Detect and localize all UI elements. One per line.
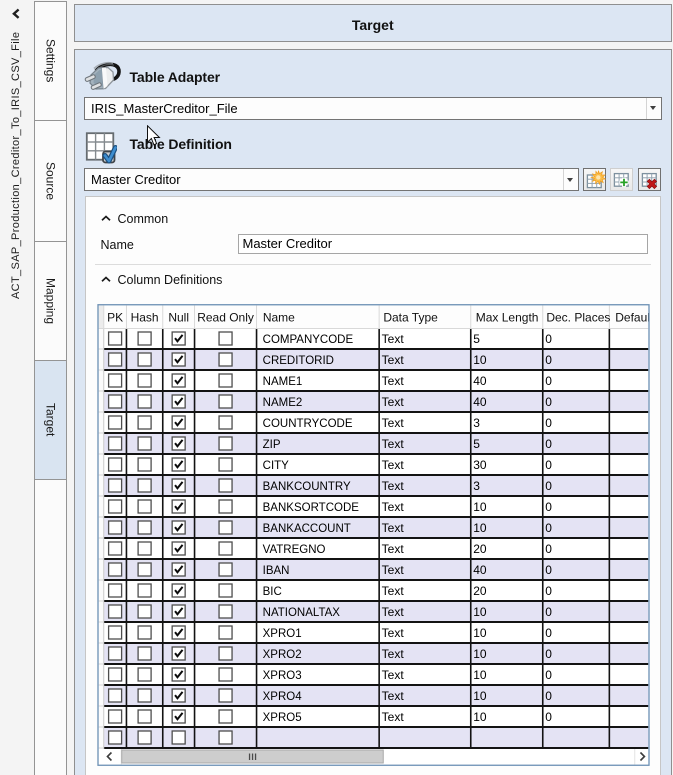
svg-text:0: 0	[545, 415, 552, 429]
svg-text:20: 20	[473, 583, 487, 597]
svg-text:Default: Default	[615, 310, 650, 324]
svg-text:XPRO1: XPRO1	[262, 627, 301, 639]
svg-text:Text: Text	[381, 352, 404, 366]
svg-text:0: 0	[545, 520, 552, 534]
svg-text:XPRO2: XPRO2	[262, 648, 301, 660]
svg-text:40: 40	[473, 373, 487, 387]
svg-text:0: 0	[545, 352, 552, 366]
svg-text:Dec. Places: Dec. Places	[546, 310, 610, 324]
svg-text:Text: Text	[381, 709, 404, 723]
svg-text:XPRO4: XPRO4	[262, 690, 302, 702]
svg-text:10: 10	[473, 352, 487, 366]
svg-text:Text: Text	[381, 562, 404, 576]
svg-text:3: 3	[473, 478, 480, 492]
svg-text:XPRO3: XPRO3	[262, 669, 301, 681]
svg-text:3: 3	[473, 415, 480, 429]
svg-text:0: 0	[545, 457, 552, 471]
svg-text:Hash: Hash	[130, 310, 158, 324]
svg-text:0: 0	[545, 436, 552, 450]
svg-text:BANKACCOUNT: BANKACCOUNT	[262, 522, 350, 534]
svg-text:10: 10	[473, 520, 487, 534]
svg-text:Text: Text	[381, 541, 404, 555]
svg-text:CITY: CITY	[262, 459, 289, 471]
svg-text:Text: Text	[381, 583, 404, 597]
svg-text:40: 40	[473, 394, 487, 408]
svg-text:Data Type: Data Type	[383, 310, 438, 324]
svg-text:XPRO5: XPRO5	[262, 711, 301, 723]
svg-text:Text: Text	[381, 478, 404, 492]
svg-text:0: 0	[545, 331, 552, 345]
svg-text:0: 0	[545, 583, 552, 597]
svg-text:10: 10	[473, 688, 487, 702]
svg-text:20: 20	[473, 541, 487, 555]
svg-text:Text: Text	[381, 415, 404, 429]
svg-text:0: 0	[545, 709, 552, 723]
svg-text:Max Length: Max Length	[475, 310, 538, 324]
svg-text:Text: Text	[381, 625, 404, 639]
svg-text:Text: Text	[381, 373, 404, 387]
svg-text:IBAN: IBAN	[262, 564, 289, 576]
svg-text:BANKCOUNTRY: BANKCOUNTRY	[262, 480, 350, 492]
svg-text:0: 0	[545, 373, 552, 387]
svg-text:Text: Text	[381, 604, 404, 618]
svg-text:40: 40	[473, 562, 487, 576]
svg-text:Text: Text	[381, 499, 404, 513]
svg-text:Text: Text	[381, 688, 404, 702]
svg-text:PK: PK	[107, 310, 123, 324]
svg-text:Text: Text	[381, 436, 404, 450]
svg-text:0: 0	[545, 604, 552, 618]
svg-text:10: 10	[473, 625, 487, 639]
svg-text:0: 0	[545, 394, 552, 408]
svg-text:NATIONALTAX: NATIONALTAX	[262, 606, 340, 618]
svg-text:10: 10	[473, 646, 487, 660]
svg-text:Null: Null	[168, 310, 189, 324]
svg-text:10: 10	[473, 709, 487, 723]
svg-text:30: 30	[473, 457, 487, 471]
svg-text:10: 10	[473, 604, 487, 618]
svg-text:Text: Text	[381, 331, 404, 345]
svg-text:0: 0	[545, 562, 552, 576]
svg-text:COMPANYCODE: COMPANYCODE	[262, 333, 353, 345]
svg-text:0: 0	[545, 667, 552, 681]
svg-text:Text: Text	[381, 457, 404, 471]
svg-text:Text: Text	[381, 520, 404, 534]
svg-text:0: 0	[545, 625, 552, 639]
svg-text:0: 0	[545, 646, 552, 660]
svg-text:10: 10	[473, 499, 487, 513]
svg-text:BANKSORTCODE: BANKSORTCODE	[262, 501, 359, 513]
svg-text:CREDITORID: CREDITORID	[262, 354, 333, 366]
svg-text:5: 5	[473, 331, 480, 345]
svg-text:5: 5	[473, 436, 480, 450]
svg-text:Name: Name	[262, 310, 294, 324]
svg-text:0: 0	[545, 478, 552, 492]
svg-text:VATREGNO: VATREGNO	[262, 543, 325, 555]
svg-text:BIC: BIC	[262, 585, 281, 597]
svg-text:NAME2: NAME2	[262, 396, 302, 408]
svg-text:Text: Text	[381, 667, 404, 681]
svg-text:ZIP: ZIP	[262, 438, 280, 450]
svg-text:Read Only: Read Only	[197, 310, 254, 324]
svg-text:NAME1: NAME1	[262, 375, 302, 387]
svg-text:Text: Text	[381, 394, 404, 408]
svg-text:Text: Text	[381, 646, 404, 660]
svg-text:COUNTRYCODE: COUNTRYCODE	[262, 417, 352, 429]
svg-text:0: 0	[545, 688, 552, 702]
svg-text:0: 0	[545, 499, 552, 513]
svg-text:10: 10	[473, 667, 487, 681]
svg-text:0: 0	[545, 541, 552, 555]
